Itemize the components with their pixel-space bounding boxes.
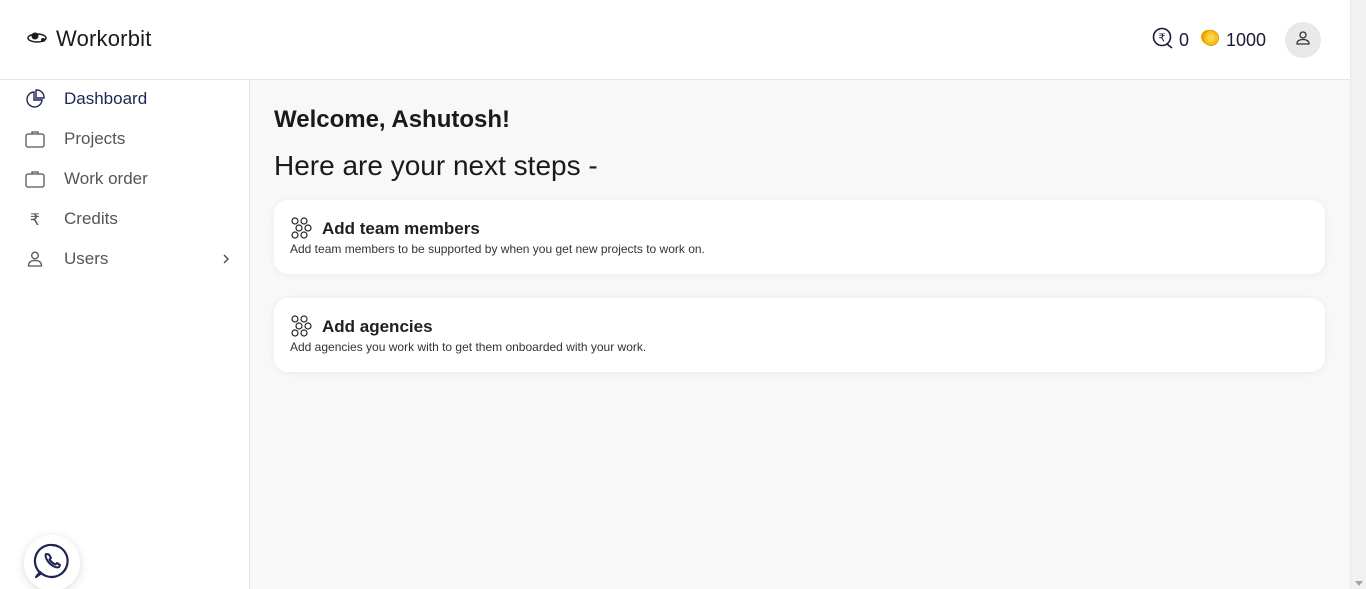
app-name: Workorbit — [56, 26, 152, 51]
user-icon — [24, 248, 46, 270]
next-steps-heading: Here are your next steps - — [274, 150, 598, 181]
vertical-scrollbar[interactable] — [1350, 0, 1366, 589]
sidebar-item-label: Users — [64, 249, 109, 268]
orbit-logo-icon — [26, 30, 48, 49]
card-title: Add agencies — [322, 317, 433, 336]
sidebar-item-label: Dashboard — [64, 89, 148, 108]
card-description: Add agencies you work with to get them o… — [290, 340, 647, 354]
coin-counter[interactable]: 1000 — [1199, 27, 1266, 54]
rupee-credit-counter[interactable]: ₹ 0 — [1152, 27, 1189, 54]
pie-chart-icon — [24, 88, 46, 110]
chevron-right-icon — [222, 252, 230, 270]
sidebar-item-label: Projects — [64, 129, 126, 148]
app-logo[interactable]: Workorbit — [26, 26, 152, 52]
sidebar-item-dashboard[interactable]: Dashboard — [24, 84, 234, 114]
top-header: Workorbit ₹ 0 1000 — [0, 0, 1350, 80]
sidebar-item-label: Work order — [64, 169, 148, 188]
user-icon — [1295, 30, 1311, 51]
sidebar-item-label: Credits — [64, 209, 118, 228]
team-icon — [290, 315, 314, 342]
whatsapp-icon — [33, 542, 71, 585]
user-avatar-button[interactable] — [1285, 22, 1321, 58]
add-team-members-card[interactable]: Add team members Add team members to be … — [274, 200, 1325, 274]
sidebar-item-credits[interactable]: ₹ Credits — [24, 204, 234, 234]
rupee-coin-icon: ₹ — [1152, 27, 1174, 54]
rupee-icon: ₹ — [29, 209, 41, 229]
gold-coin-icon — [1199, 27, 1221, 54]
sidebar: Dashboard Projects Work order ₹ Credits — [0, 80, 250, 589]
team-icon — [290, 217, 314, 244]
briefcase-icon — [24, 128, 46, 150]
whatsapp-chat-button[interactable] — [24, 535, 80, 589]
coin-value: 1000 — [1225, 29, 1266, 50]
rupee-credit-value: 0 — [1178, 29, 1189, 50]
svg-text:₹: ₹ — [1158, 31, 1165, 44]
add-agencies-card[interactable]: Add agencies Add agencies you work with … — [274, 298, 1325, 372]
card-title: Add team members — [322, 219, 480, 238]
welcome-heading: Welcome, Ashutosh! — [274, 106, 511, 133]
sidebar-item-users[interactable]: Users — [24, 244, 234, 274]
briefcase-icon — [24, 168, 46, 190]
scroll-down-arrow-icon[interactable] — [1355, 581, 1363, 586]
sidebar-item-work-order[interactable]: Work order — [24, 164, 234, 194]
sidebar-item-projects[interactable]: Projects — [24, 124, 234, 154]
main-content: Welcome, Ashutosh! Here are your next st… — [250, 80, 1350, 589]
card-description: Add team members to be supported by when… — [290, 242, 705, 256]
